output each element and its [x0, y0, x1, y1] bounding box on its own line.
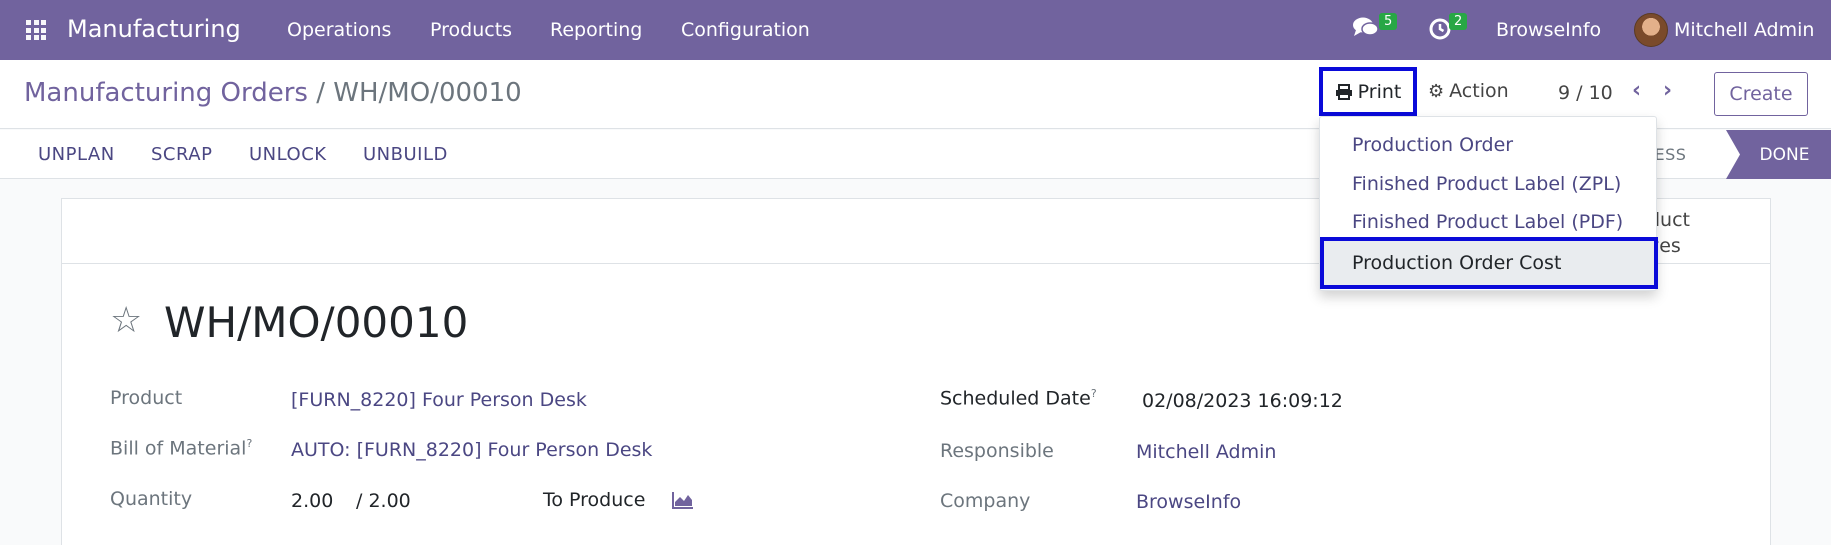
unplan-button[interactable]: UNPLAN: [38, 144, 115, 165]
create-button[interactable]: Create: [1714, 72, 1808, 116]
pager-next-icon[interactable]: ›: [1663, 78, 1672, 103]
help-icon: ?: [1090, 387, 1097, 400]
quantity-field[interactable]: 2.00: [291, 490, 333, 512]
scheduled-date-field[interactable]: 02/08/2023 16:09:12: [1142, 390, 1343, 412]
print-label: Print: [1357, 80, 1402, 103]
menu-item-label-zpl[interactable]: Finished Product Label (ZPL): [1352, 173, 1621, 195]
chat-icon: [1353, 17, 1379, 36]
app-name[interactable]: Manufacturing: [67, 15, 241, 43]
apps-menu-icon[interactable]: [26, 20, 46, 40]
menu-products[interactable]: Products: [430, 19, 512, 41]
bom-field[interactable]: AUTO: [FURN_8220] Four Person Desk: [291, 439, 652, 461]
gear-icon: ⚙: [1428, 80, 1445, 102]
activities-badge: 2: [1449, 13, 1468, 30]
bom-label: Bill of Material?: [110, 437, 253, 460]
menu-item-label-pdf[interactable]: Finished Product Label (PDF): [1352, 211, 1623, 233]
menu-configuration[interactable]: Configuration: [681, 19, 810, 41]
menu-item-production-order[interactable]: Production Order: [1352, 134, 1513, 156]
responsible-label: Responsible: [940, 440, 1054, 462]
stage-done[interactable]: DONE: [1726, 130, 1831, 179]
action-label: Action: [1449, 80, 1509, 102]
menu-operations[interactable]: Operations: [287, 19, 391, 41]
menu-reporting[interactable]: Reporting: [550, 19, 642, 41]
printer-icon: [1335, 83, 1352, 100]
breadcrumb-separator: /: [316, 78, 325, 108]
to-produce-label: To Produce: [543, 489, 646, 511]
menu-item-production-order-cost[interactable]: Production Order Cost: [1320, 237, 1658, 289]
messages-badge: 5: [1379, 13, 1398, 30]
top-navbar: Manufacturing Operations Products Report…: [0, 0, 1831, 60]
page-title: WH/MO/00010: [164, 298, 469, 347]
area-chart-icon[interactable]: [672, 491, 694, 509]
breadcrumb-parent[interactable]: Manufacturing Orders: [24, 78, 308, 108]
company-switcher[interactable]: BrowseInfo: [1496, 19, 1601, 41]
scheduled-date-label: Scheduled Date?: [940, 387, 1097, 410]
user-menu[interactable]: Mitchell Admin: [1674, 19, 1814, 41]
print-button[interactable]: Print: [1319, 67, 1417, 116]
pager-previous-icon[interactable]: ‹: [1632, 78, 1641, 103]
scrap-button[interactable]: SCRAP: [151, 144, 212, 165]
breadcrumb: Manufacturing Orders / WH/MO/00010: [24, 78, 522, 108]
pager-value[interactable]: 9 / 10: [1558, 82, 1613, 104]
responsible-field[interactable]: Mitchell Admin: [1136, 441, 1276, 463]
unbuild-button[interactable]: UNBUILD: [363, 144, 448, 165]
unlock-button[interactable]: UNLOCK: [249, 144, 327, 165]
avatar[interactable]: [1634, 13, 1668, 47]
help-icon: ?: [246, 437, 253, 450]
quantity-total: / 2.00: [356, 490, 411, 512]
quantity-label: Quantity: [110, 488, 193, 510]
company-label: Company: [940, 490, 1031, 512]
print-dropdown-menu: Production Order Finished Product Label …: [1319, 116, 1658, 291]
action-button[interactable]: ⚙ Action: [1428, 80, 1509, 102]
product-field[interactable]: [FURN_8220] Four Person Desk: [291, 389, 587, 411]
star-icon[interactable]: ☆: [110, 300, 142, 341]
company-field[interactable]: BrowseInfo: [1136, 491, 1241, 513]
breadcrumb-current: WH/MO/00010: [333, 78, 522, 108]
product-label: Product: [110, 387, 183, 409]
